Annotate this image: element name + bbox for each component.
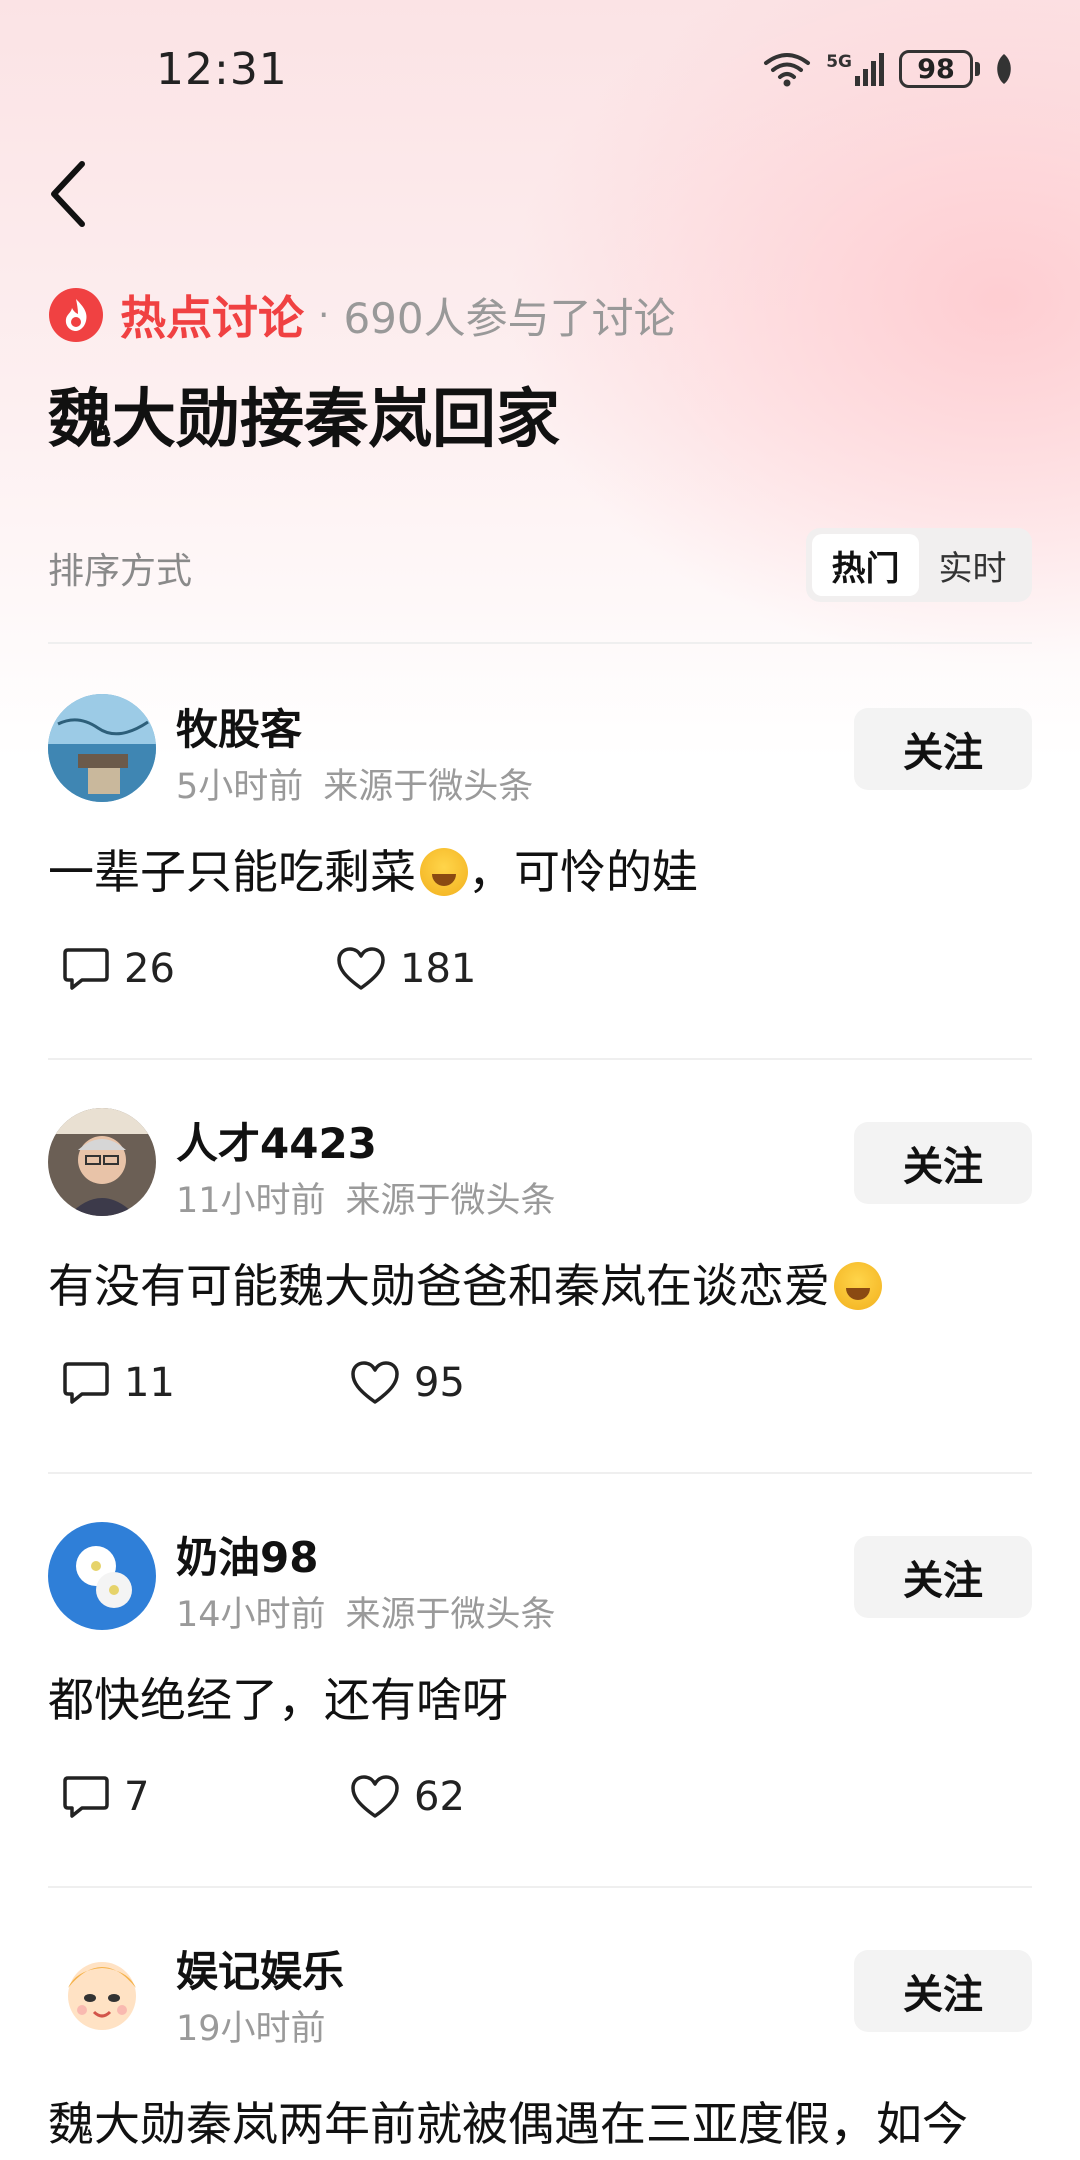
comment-action[interactable]: 11 (62, 1360, 175, 1406)
heart-icon (351, 1361, 399, 1404)
wifi-icon (764, 53, 811, 87)
comment-text: 魏大勋秦岚两年前就被偶遇在三亚度假，如今 (48, 2097, 968, 2151)
avatar-cartoon-image (48, 1936, 156, 2044)
comment-time: 14小时前 (176, 1595, 326, 1635)
comment-text: 一辈子只能吃剩菜 ，可怜的娃 (48, 836, 698, 902)
comment-text-part: ，可怜的娃 (468, 845, 698, 899)
comment-text: 有没有可能魏大勋爸爸和秦岚在谈恋爱 (48, 1250, 882, 1316)
network-type: 5G (826, 52, 852, 72)
back-button[interactable] (44, 156, 100, 232)
heart-icon (351, 1775, 399, 1818)
battery-indicator: 98 (899, 50, 980, 88)
avatar[interactable] (48, 1108, 156, 1216)
comment-meta: 5小时前 来源于微头条 (176, 758, 533, 809)
like-action[interactable]: 62 (350, 1774, 465, 1820)
like-count: 62 (414, 1774, 465, 1820)
comment-text-part: 有没有可能魏大勋爸爸和秦岚在谈恋爱 (48, 1259, 830, 1313)
comment-source: 来源于微头条 (345, 1181, 556, 1221)
comment-icon (63, 1362, 109, 1404)
comment-text: 都快绝经了，还有啥呀 (48, 1673, 508, 1727)
follow-button[interactable]: 关注 (854, 1122, 1032, 1204)
comment-meta: 14小时前 来源于微头条 (176, 1586, 556, 1637)
comment-icon (63, 1776, 109, 1818)
username[interactable]: 牧股客 (176, 696, 302, 757)
like-count: 181 (400, 946, 477, 992)
laughing-crying-emoji-icon (834, 1262, 882, 1310)
status-icons: 5G 98 (762, 50, 1014, 88)
username[interactable]: 奶油98 (176, 1524, 318, 1585)
username[interactable]: 人才4423 (176, 1110, 377, 1171)
comment-text-part: 一辈子只能吃剩菜 (48, 845, 416, 899)
comment-card: 人才4423 11小时前 来源于微头条 关注 有没有可能魏大勋爸爸和秦岚在谈恋爱 … (0, 1108, 1080, 1472)
sort-toggle[interactable]: 热门 实时 (806, 528, 1032, 602)
leaf-icon (997, 54, 1011, 84)
topic-label: 热点讨论 (120, 291, 304, 345)
like-action[interactable]: 181 (336, 946, 476, 992)
avatar-portrait-image (48, 1108, 156, 1216)
avatar[interactable] (48, 1522, 156, 1630)
battery-level: 98 (899, 50, 973, 88)
avatar-flower-image (48, 1522, 156, 1630)
avatar[interactable] (48, 694, 156, 802)
username[interactable]: 娱记娱乐 (176, 1938, 344, 1999)
comment-icon (63, 948, 109, 990)
comment-card: 奶油98 14小时前 来源于微头条 关注 都快绝经了，还有啥呀 7 62 (0, 1522, 1080, 1886)
signal-indicator: 5G (826, 52, 885, 86)
participant-count: 690人参与了讨论 (343, 293, 676, 343)
divider (48, 642, 1032, 644)
topic-header: 热点讨论 · 690人参与了讨论 (48, 282, 676, 348)
comment-time: 19小时前 (176, 2009, 326, 2049)
divider (48, 1472, 1032, 1474)
sort-option-hot[interactable]: 热门 (812, 534, 919, 596)
avatar[interactable] (48, 1936, 156, 2044)
comment-count: 11 (124, 1360, 175, 1406)
chevron-left-icon (51, 161, 85, 227)
hot-topic-icon (49, 288, 103, 342)
comment-source: 来源于微头条 (345, 1595, 556, 1635)
follow-button[interactable]: 关注 (854, 708, 1032, 790)
battery-tip (975, 62, 980, 76)
comment-time: 11小时前 (176, 1181, 326, 1221)
follow-button[interactable]: 关注 (854, 1536, 1032, 1618)
like-count: 95 (414, 1360, 465, 1406)
like-action[interactable]: 95 (350, 1360, 465, 1406)
page-title: 魏大勋接秦岚回家 (48, 383, 560, 457)
avatar-lake-image (48, 694, 156, 802)
comment-count: 26 (124, 946, 175, 992)
comment-action[interactable]: 26 (62, 946, 175, 992)
crying-emoji-icon (420, 848, 468, 896)
sort-label: 排序方式 (48, 551, 193, 592)
follow-button[interactable]: 关注 (854, 1950, 1032, 2032)
comment-source: 来源于微头条 (323, 767, 534, 807)
topic-separator: · (318, 294, 330, 336)
comment-card: 娱记娱乐 19小时前 关注 魏大勋秦岚两年前就被偶遇在三亚度假，如今 (0, 1936, 1080, 2160)
comment-meta: 11小时前 来源于微头条 (176, 1172, 556, 1223)
status-time: 12:31 (156, 44, 288, 95)
sort-option-realtime[interactable]: 实时 (919, 534, 1026, 596)
divider (48, 1886, 1032, 1888)
comment-time: 5小时前 (176, 767, 304, 807)
comment-meta: 19小时前 (176, 2000, 326, 2051)
comment-count: 7 (124, 1774, 150, 1820)
divider (48, 1058, 1032, 1060)
signal-icon (855, 53, 884, 86)
comment-card: 牧股客 5小时前 来源于微头条 关注 一辈子只能吃剩菜 ，可怜的娃 26 181 (0, 694, 1080, 1058)
comment-action[interactable]: 7 (62, 1774, 149, 1820)
heart-icon (337, 947, 385, 990)
